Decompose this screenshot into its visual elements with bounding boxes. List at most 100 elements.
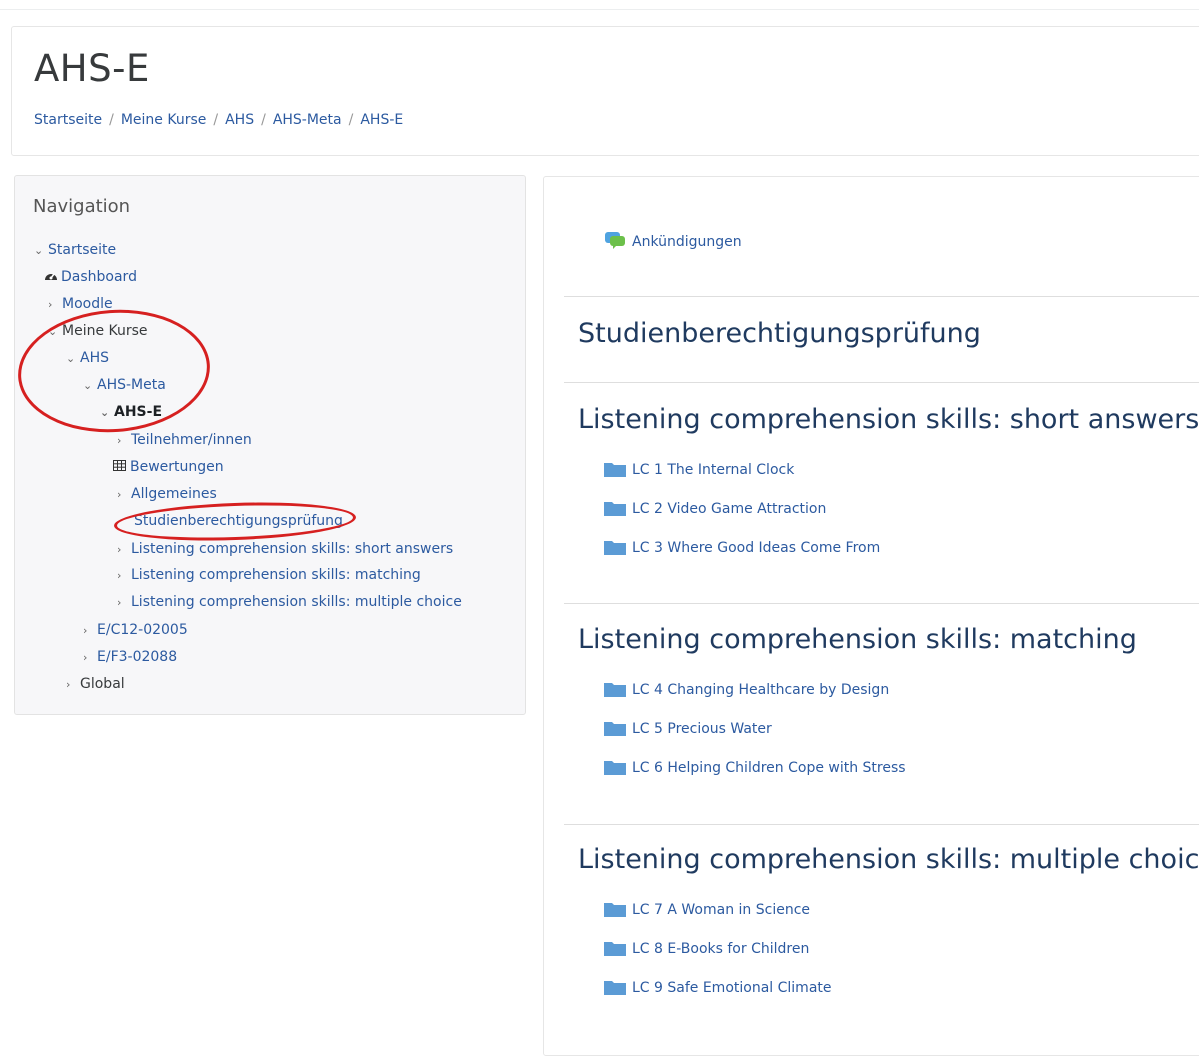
nav-item-ahs[interactable]: ⌄ AHS	[66, 349, 109, 368]
activity-label: LC 3 Where Good Ideas Come From	[632, 540, 881, 556]
chevron-down-icon: ⌄	[83, 379, 93, 392]
announcements-link[interactable]: Ankündigungen	[604, 231, 742, 254]
top-divider	[0, 9, 1199, 10]
chevron-down-icon: ⌄	[66, 352, 76, 365]
activity-label: LC 4 Changing Healthcare by Design	[632, 682, 890, 698]
nav-item-label: Dashboard	[61, 269, 137, 285]
nav-item-startseite[interactable]: ⌄ Startseite	[34, 241, 116, 260]
breadcrumb: Startseite / Meine Kurse / AHS / AHS-Meta / AHS-…	[34, 112, 403, 128]
activity-folder[interactable]: LC 5 Precious Water	[604, 720, 772, 741]
chevron-right-icon: ›	[117, 569, 122, 582]
nav-item-label: Studienberechtigungsprüfung	[134, 513, 343, 529]
nav-item-teilnehmer[interactable]: › Teilnehmer/innen	[117, 431, 252, 450]
activity-folder[interactable]: LC 2 Video Game Attraction	[604, 500, 826, 521]
chevron-right-icon: ›	[117, 543, 122, 556]
activity-label: LC 7 A Woman in Science	[632, 902, 811, 918]
nav-item-short-answers[interactable]: › Listening comprehension skills: short a…	[117, 540, 453, 559]
nav-item-matching[interactable]: › Listening comprehension skills: matchin…	[117, 566, 421, 585]
nav-item-dashboard[interactable]: Dashboard	[44, 268, 137, 287]
course-content	[543, 176, 1199, 1056]
nav-item-label: Teilnehmer/innen	[131, 432, 252, 448]
nav-item-meine-kurse[interactable]: ⌄ Meine Kurse	[48, 322, 148, 341]
nav-item-label: E/F3-02088	[97, 649, 178, 665]
breadcrumb-ahs-meta[interactable]: AHS-Meta	[273, 112, 342, 128]
folder-icon	[604, 901, 626, 922]
section-title: Listening comprehension skills: matching	[578, 624, 1137, 655]
chevron-right-icon: ›	[83, 651, 88, 664]
nav-item-ahs-e[interactable]: ⌄ AHS-E	[100, 403, 162, 422]
chevron-down-icon: ⌄	[100, 406, 110, 419]
dashboard-icon	[44, 269, 61, 287]
chevron-right-icon: ›	[117, 488, 122, 501]
nav-item-global[interactable]: › Global	[66, 675, 125, 694]
activity-label: LC 8 E-Books for Children	[632, 941, 810, 957]
section-title: Listening comprehension skills: short an…	[578, 404, 1199, 435]
chevron-right-icon: ›	[48, 298, 53, 311]
folder-icon	[604, 500, 626, 521]
nav-item-e-f3-02088[interactable]: › E/F3-02088	[83, 648, 177, 667]
activity-label: LC 6 Helping Children Cope with Stress	[632, 760, 906, 776]
section-divider	[564, 603, 1199, 604]
section-title: Studienberechtigungsprüfung	[578, 318, 981, 349]
folder-icon	[604, 720, 626, 741]
section-divider	[564, 824, 1199, 825]
nav-item-studienberechtigungspruefung[interactable]: Studienberechtigungsprüfung	[134, 512, 343, 530]
activity-folder[interactable]: LC 3 Where Good Ideas Come From	[604, 539, 880, 560]
forum-icon	[604, 231, 626, 254]
navigation-title: Navigation	[33, 196, 131, 217]
activity-folder[interactable]: LC 9 Safe Emotional Climate	[604, 979, 832, 1000]
folder-icon	[604, 539, 626, 560]
nav-item-label: AHS-Meta	[97, 377, 166, 393]
activity-folder[interactable]: LC 7 A Woman in Science	[604, 901, 810, 922]
folder-icon	[604, 681, 626, 702]
activity-folder[interactable]: LC 4 Changing Healthcare by Design	[604, 681, 889, 702]
breadcrumb-separator: /	[109, 112, 114, 128]
nav-item-label: Listening comprehension skills: multiple…	[131, 594, 462, 610]
section-divider	[564, 382, 1199, 383]
chevron-right-icon: ›	[117, 596, 122, 609]
nav-item-multiple-choice[interactable]: › Listening comprehension skills: multipl…	[117, 593, 462, 612]
folder-icon	[604, 759, 626, 780]
activity-label: LC 1 The Internal Clock	[632, 462, 795, 478]
nav-item-bewertungen[interactable]: Bewertungen	[113, 458, 224, 477]
nav-item-label: Bewertungen	[130, 459, 224, 475]
nav-item-label: Global	[80, 676, 125, 692]
nav-item-label: Moodle	[62, 296, 113, 312]
nav-item-label: Allgemeines	[131, 486, 217, 502]
activity-label: LC 2 Video Game Attraction	[632, 501, 827, 517]
table-icon	[113, 459, 130, 477]
nav-item-moodle[interactable]: › Moodle	[48, 295, 113, 314]
nav-item-label: Meine Kurse	[62, 323, 148, 339]
breadcrumb-separator: /	[213, 112, 219, 128]
activity-folder[interactable]: LC 8 E-Books for Children	[604, 940, 809, 961]
chevron-down-icon: ⌄	[48, 325, 58, 338]
breadcrumb-ahs[interactable]: AHS	[225, 112, 254, 128]
nav-item-label: Startseite	[48, 242, 117, 258]
chevron-down-icon: ⌄	[34, 244, 44, 257]
nav-item-label: AHS	[80, 350, 109, 366]
folder-icon	[604, 461, 626, 482]
breadcrumb-meine-kurse[interactable]: Meine Kurse	[121, 112, 207, 128]
nav-item-label: AHS-E	[114, 404, 163, 420]
nav-item-allgemeines[interactable]: › Allgemeines	[117, 485, 217, 504]
nav-item-label: Listening comprehension skills: short an…	[131, 541, 454, 557]
nav-item-label: E/C12-02005	[97, 622, 188, 638]
folder-icon	[604, 979, 626, 1000]
breadcrumb-separator: /	[261, 112, 266, 128]
breadcrumb-separator: /	[348, 112, 354, 128]
nav-item-e-c12-02005[interactable]: › E/C12-02005	[83, 621, 188, 640]
activity-folder[interactable]: LC 1 The Internal Clock	[604, 461, 794, 482]
page-header: AHS-E Startseite / Meine Kurse / AHS / AHS-Met…	[11, 26, 1199, 156]
breadcrumb-ahs-e[interactable]: AHS-E	[360, 112, 403, 128]
chevron-right-icon: ›	[66, 678, 71, 691]
nav-item-label: Listening comprehension skills: matching	[131, 567, 421, 583]
chevron-right-icon: ›	[83, 624, 88, 637]
folder-icon	[604, 940, 626, 961]
nav-item-ahs-meta[interactable]: ⌄ AHS-Meta	[83, 376, 166, 395]
section-divider	[564, 296, 1199, 297]
activity-folder[interactable]: LC 6 Helping Children Cope with Stress	[604, 759, 906, 780]
breadcrumb-startseite[interactable]: Startseite	[34, 112, 102, 128]
activity-label: Ankündigungen	[632, 234, 742, 250]
section-title: Listening comprehension skills: multiple…	[578, 844, 1199, 875]
activity-label: LC 9 Safe Emotional Climate	[632, 980, 832, 996]
